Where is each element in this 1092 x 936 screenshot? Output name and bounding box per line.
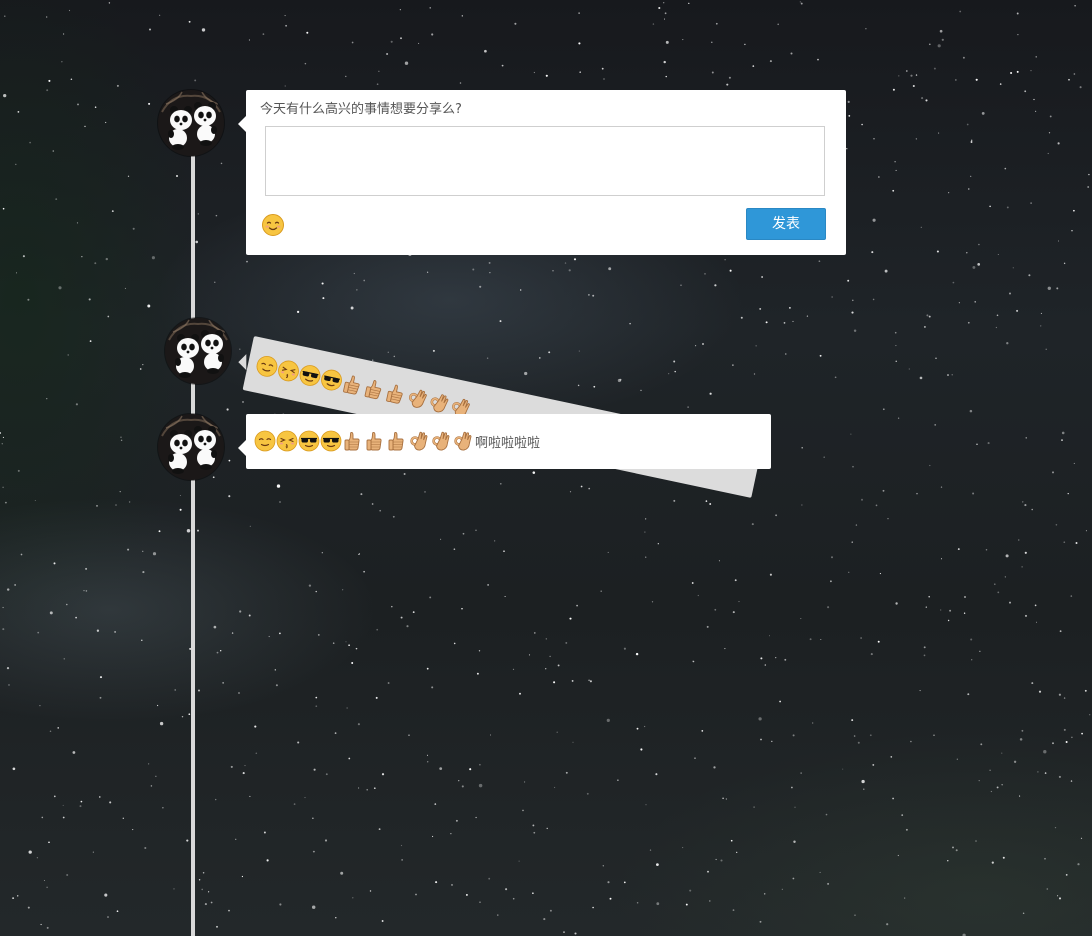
composer-input[interactable]	[265, 126, 825, 196]
post-content: 啊啦啦啦啦	[254, 430, 540, 452]
composer-prompt: 今天有什么高兴的事情想要分享么?	[260, 102, 462, 117]
thumbs-up-icon	[386, 430, 408, 452]
ok-hand-icon	[408, 430, 430, 452]
smiling-face-icon[interactable]	[261, 213, 285, 237]
sunglasses-face-icon	[298, 430, 320, 452]
thumbs-up-icon	[342, 430, 364, 452]
avatar	[165, 318, 231, 384]
relieved-face-icon	[254, 430, 276, 452]
kissing-closed-eyes-face-icon	[276, 430, 298, 452]
ok-hand-icon	[430, 430, 452, 452]
avatar	[158, 414, 224, 480]
ok-hand-icon	[452, 430, 474, 452]
speech-tip	[238, 440, 246, 456]
timeline-line	[191, 150, 195, 936]
publish-button[interactable]: 发表	[746, 208, 826, 240]
speech-tip	[238, 116, 246, 132]
composer-card: 今天有什么高兴的事情想要分享么? 发表	[238, 90, 846, 255]
sunglasses-face-icon	[320, 430, 342, 452]
thumbs-up-icon	[364, 430, 386, 452]
post-text: 啊啦啦啦啦	[475, 435, 541, 451]
avatar	[158, 90, 224, 156]
speech-tip	[238, 354, 247, 371]
post-card: 啊啦啦啦啦	[238, 414, 771, 469]
